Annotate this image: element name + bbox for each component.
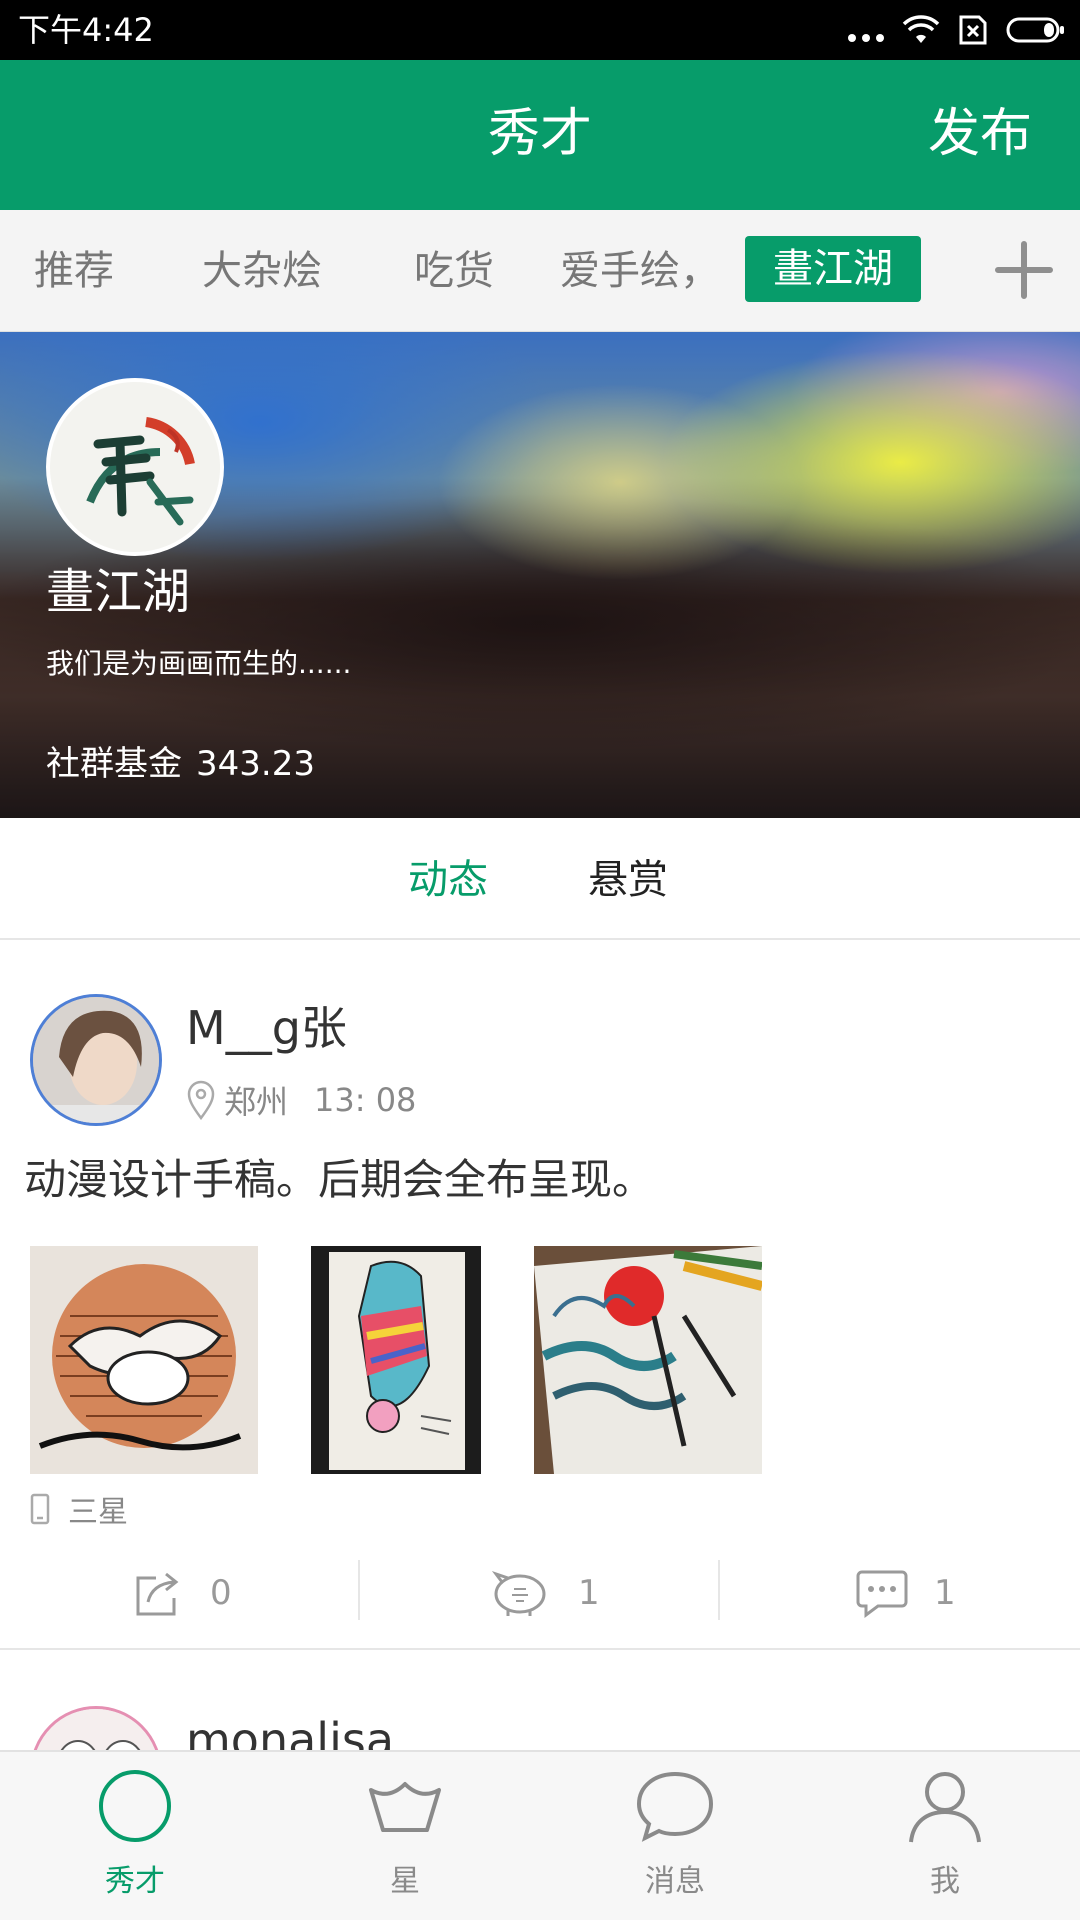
post-username[interactable]: M__g张	[186, 1000, 347, 1056]
post-time: 13: 08	[314, 1081, 417, 1119]
crown-icon	[369, 1782, 441, 1832]
tab-bounty[interactable]: 悬赏	[588, 852, 668, 908]
post-text: 动漫设计手稿。后期会全布呈现。	[24, 1155, 655, 1204]
group-banner: 畫江湖 我们是为画画而生的...... 社群基金 343.23	[0, 332, 1080, 818]
app-bar: 秀才 发布	[0, 60, 1080, 210]
share-button[interactable]: 0	[134, 1560, 232, 1626]
publish-button[interactable]: 发布	[928, 104, 1032, 164]
category-tab-huajianghu[interactable]: 畫江湖	[745, 236, 921, 302]
action-divider	[718, 1560, 720, 1620]
no-sim-icon	[959, 15, 987, 45]
share-count: 0	[210, 1573, 232, 1613]
avatar[interactable]	[30, 1706, 162, 1752]
device-name: 三星	[68, 1495, 128, 1530]
user-icon	[909, 1772, 981, 1843]
feed-tabs: 动态 悬赏	[0, 818, 1080, 940]
group-fund: 社群基金 343.23	[46, 740, 315, 788]
nav-label: 星	[390, 1864, 420, 1899]
nav-item-me[interactable]: 我	[810, 1752, 1080, 1920]
category-tab-foodie[interactable]: 吃货	[414, 243, 494, 299]
post-location: 郑州	[224, 1083, 289, 1121]
nav-label: 我	[930, 1864, 960, 1899]
post-device: 三星	[30, 1488, 128, 1530]
post-meta: 郑州 13: 08	[186, 1078, 416, 1122]
group-logo	[46, 378, 224, 556]
more-dots-icon	[848, 12, 884, 48]
add-category-icon[interactable]	[994, 240, 1054, 300]
post-actions: 0 1 1	[0, 1560, 1080, 1626]
status-icons	[848, 12, 1066, 48]
chat-bubble-icon	[636, 1771, 714, 1842]
post-image-2[interactable]	[311, 1246, 481, 1474]
category-tab-recommend[interactable]: 推荐	[34, 243, 114, 299]
post-card[interactable]: M__g张 郑州 13: 08 动漫设计手稿。后期会全布呈现。 三星 0 1 1	[0, 940, 1080, 1650]
piggy-bank-icon	[491, 1571, 546, 1616]
category-tab-misc[interactable]: 大杂烩	[202, 243, 322, 299]
tab-dynamics[interactable]: 动态	[408, 852, 488, 908]
nav-label: 秀才	[105, 1864, 165, 1899]
nav-item-messages[interactable]: 消息	[540, 1752, 810, 1920]
category-tab-handdraw[interactable]: 爱手绘，	[560, 243, 720, 299]
group-description: 我们是为画画而生的......	[46, 647, 352, 680]
circle-home-icon	[99, 1770, 171, 1842]
fund-label: 社群基金	[46, 744, 182, 784]
page-title: 秀才	[487, 104, 592, 164]
comment-button[interactable]: 1	[856, 1560, 956, 1626]
share-icon	[136, 1572, 179, 1616]
nav-label: 消息	[645, 1864, 705, 1899]
post-image-3[interactable]	[534, 1246, 762, 1474]
battery-icon	[1006, 17, 1064, 43]
group-name: 畫江湖	[46, 564, 191, 620]
wifi-icon	[902, 15, 940, 43]
reward-count: 1	[578, 1573, 600, 1613]
bottom-nav: 秀才 星 消息 我	[0, 1750, 1080, 1920]
comment-icon	[856, 1570, 908, 1618]
phone-icon	[30, 1493, 50, 1525]
category-tabs: 推荐 大杂烩 吃货 爱手绘， 畫江湖	[0, 210, 1080, 332]
nav-item-star[interactable]: 星	[270, 1752, 540, 1920]
comment-count: 1	[934, 1573, 956, 1613]
nav-item-xiucai[interactable]: 秀才	[0, 1752, 270, 1920]
location-pin-icon	[187, 1080, 215, 1120]
avatar[interactable]	[30, 994, 162, 1126]
status-time: 下午4:42	[18, 11, 154, 49]
fund-value: 343.23	[196, 744, 315, 784]
post-username[interactable]: monalisa	[186, 1712, 394, 1752]
status-bar: 下午4:42	[0, 0, 1080, 60]
reward-button[interactable]: 1	[488, 1560, 600, 1626]
action-divider	[358, 1560, 360, 1620]
post-image-1[interactable]	[30, 1246, 258, 1474]
post-card[interactable]: monalisa	[0, 1652, 1080, 1752]
